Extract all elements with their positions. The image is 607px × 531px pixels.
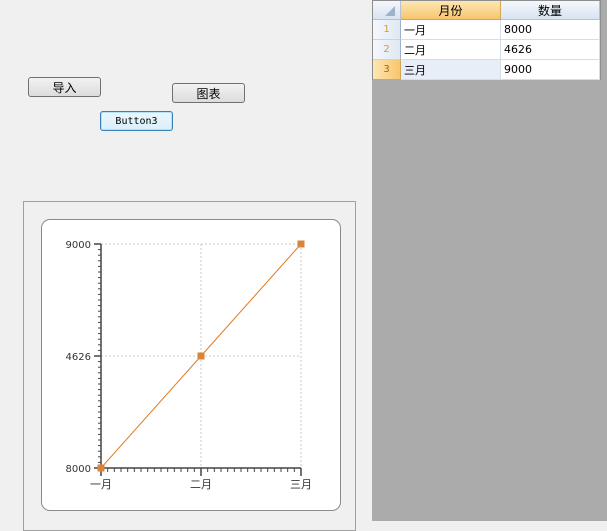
cell-month-2[interactable]: 二月 — [401, 40, 501, 60]
y-tick-label: 8000 — [66, 464, 91, 475]
chart-button-label: 图表 — [196, 86, 221, 101]
data-point — [297, 240, 305, 248]
import-button-label: 导入 — [52, 80, 77, 95]
chart-button[interactable]: 图表 — [172, 83, 245, 103]
data-grid[interactable]: 月份 数量 1 一月 8000 2 二月 4626 3 三月 9000 — [372, 0, 601, 80]
cell-qty-1[interactable]: 8000 — [501, 20, 600, 40]
cell-qty-2[interactable]: 4626 — [501, 40, 600, 60]
x-tick-label: 三月 — [290, 478, 312, 491]
y-tick-label: 4626 — [66, 352, 91, 363]
chart-frame: 9000 4626 8000 一月 二月 三月 — [41, 219, 341, 511]
column-header-month[interactable]: 月份 — [401, 1, 501, 20]
x-tick-label: 二月 — [190, 478, 212, 491]
cell-qty-3[interactable]: 9000 — [501, 60, 600, 80]
x-tick-label: 一月 — [90, 478, 112, 491]
cell-month-3[interactable]: 三月 — [401, 60, 501, 80]
data-point — [197, 352, 205, 360]
y-tick-label: 9000 — [66, 240, 91, 251]
button3-label: Button3 — [115, 115, 158, 127]
grid-corner[interactable] — [373, 1, 401, 20]
import-button[interactable]: 导入 — [28, 77, 101, 97]
row-header-1[interactable]: 1 — [373, 20, 401, 40]
cell-month-1[interactable]: 一月 — [401, 20, 501, 40]
chart-panel: 9000 4626 8000 一月 二月 三月 — [23, 201, 356, 531]
row-header-3[interactable]: 3 — [373, 60, 401, 80]
line-chart: 9000 4626 8000 一月 二月 三月 — [66, 240, 312, 491]
row-header-2[interactable]: 2 — [373, 40, 401, 60]
data-point — [97, 464, 105, 472]
button3[interactable]: Button3 — [100, 111, 173, 131]
column-header-qty[interactable]: 数量 — [501, 1, 600, 20]
